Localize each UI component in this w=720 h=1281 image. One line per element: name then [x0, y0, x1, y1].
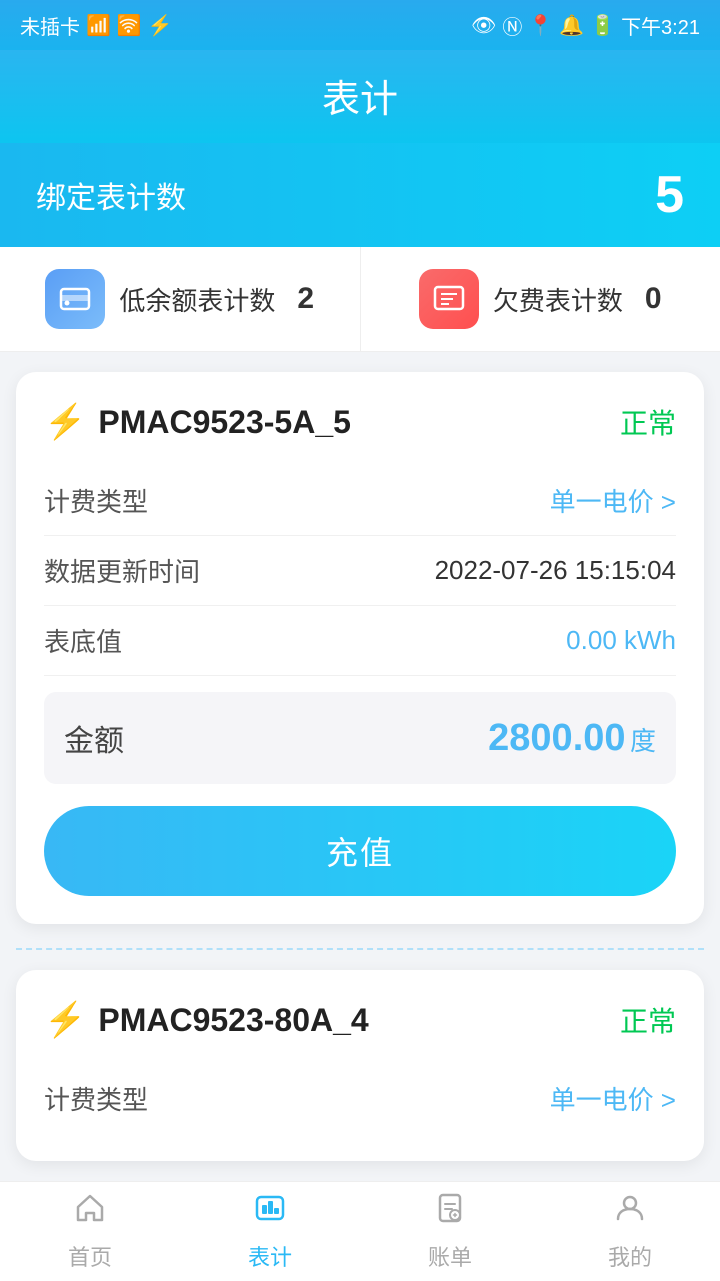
bound-bar-label: 绑定表计数 — [36, 173, 186, 217]
charge-type-label-0: 计费类型 — [44, 482, 148, 519]
battery-icon: 🔋 — [590, 13, 615, 38]
status-badge-0: 正常 — [620, 402, 676, 442]
status-right: 👁 Ⓝ 📍 🔔 🔋 下午3:21 — [471, 11, 700, 40]
nav-item-home[interactable]: 首页 — [0, 1182, 180, 1281]
update-time-label-0: 数据更新时间 — [44, 552, 200, 589]
bill-icon — [433, 1191, 467, 1234]
nav-label-meter: 表计 — [248, 1240, 292, 1272]
low-balance-count: 2 — [297, 282, 314, 316]
stats-row: 低余额表计数 2 欠费表计数 0 — [0, 247, 720, 352]
nav-item-mine[interactable]: 我的 — [540, 1182, 720, 1281]
cards-area: ⚡ PMAC9523-5A_5 正常 计费类型 单一电价 > 数据更新时间 20… — [0, 352, 720, 1181]
usb-icon: ⚡ — [148, 13, 173, 38]
status-bar: 未插卡 📶 🛜 ⚡ 👁 Ⓝ 📍 🔔 🔋 下午3:21 — [0, 0, 720, 50]
page-header: 表计 — [0, 50, 720, 143]
meter-base-label-0: 表底值 — [44, 622, 122, 659]
arrears-count: 0 — [645, 282, 662, 316]
bound-bar: 绑定表计数 5 — [0, 143, 720, 247]
amount-label-0: 金额 — [64, 716, 124, 760]
meter-icon — [253, 1191, 287, 1234]
lightning-icon-0: ⚡ — [44, 402, 86, 442]
low-balance-stat[interactable]: 低余额表计数 2 — [0, 247, 361, 351]
time-text: 下午3:21 — [621, 11, 700, 40]
nfc-icon: Ⓝ — [502, 11, 522, 40]
alarm-icon: 🔔 — [559, 13, 584, 38]
status-left: 未插卡 📶 🛜 ⚡ — [20, 11, 173, 40]
arrears-stat[interactable]: 欠费表计数 0 — [361, 247, 720, 351]
meter-base-row-0: 表底值 0.00 kWh — [44, 606, 676, 676]
card-header-1: ⚡ PMAC9523-80A_4 正常 — [44, 1000, 676, 1040]
low-balance-label: 低余额表计数 — [119, 281, 275, 318]
meter-card-1: ⚡ PMAC9523-80A_4 正常 计费类型 单一电价 > — [16, 970, 704, 1161]
meter-id-1: PMAC9523-80A_4 — [98, 1002, 368, 1039]
arrears-label: 欠费表计数 — [493, 281, 623, 318]
amount-block-0: 金额 2800.00 度 — [44, 692, 676, 784]
update-time-row-0: 数据更新时间 2022-07-26 15:15:04 — [44, 536, 676, 606]
charge-type-label-1: 计费类型 — [44, 1080, 148, 1117]
signal-icon: 📶 — [86, 13, 111, 38]
page-title: 表计 — [322, 79, 398, 121]
home-icon — [73, 1191, 107, 1234]
location-icon: 📍 — [528, 13, 553, 38]
lightning-icon-1: ⚡ — [44, 1000, 86, 1040]
card-title-1: ⚡ PMAC9523-80A_4 — [44, 1000, 369, 1040]
wifi-icon: 🛜 — [117, 13, 142, 38]
nav-label-mine: 我的 — [608, 1240, 652, 1272]
charge-type-row-1: 计费类型 单一电价 > — [44, 1064, 676, 1133]
nav-item-bill[interactable]: 账单 — [360, 1182, 540, 1281]
status-badge-1: 正常 — [620, 1000, 676, 1040]
bound-bar-count: 5 — [655, 165, 684, 225]
nav-label-bill: 账单 — [428, 1240, 472, 1272]
recharge-button-0[interactable]: 充值 — [44, 806, 676, 896]
eye-icon: 👁 — [471, 13, 496, 38]
low-balance-icon — [45, 269, 105, 329]
charge-type-value-1[interactable]: 单一电价 > — [550, 1080, 676, 1117]
meter-id-0: PMAC9523-5A_5 — [98, 404, 351, 441]
charge-type-value-0[interactable]: 单一电价 > — [550, 482, 676, 519]
bottom-nav: 首页 表计 账单 — [0, 1181, 720, 1281]
mine-icon — [613, 1191, 647, 1234]
nav-item-meter[interactable]: 表计 — [180, 1182, 360, 1281]
card-header-0: ⚡ PMAC9523-5A_5 正常 — [44, 402, 676, 442]
amount-value-0: 2800.00 度 — [488, 717, 656, 760]
charge-type-row-0: 计费类型 单一电价 > — [44, 466, 676, 536]
no-sim-text: 未插卡 — [20, 11, 80, 40]
card-separator — [16, 948, 704, 950]
nav-label-home: 首页 — [68, 1240, 112, 1272]
meter-base-value-0: 0.00 kWh — [566, 625, 676, 656]
update-time-value-0: 2022-07-26 15:15:04 — [435, 555, 676, 586]
card-title-0: ⚡ PMAC9523-5A_5 — [44, 402, 351, 442]
arrears-icon — [419, 269, 479, 329]
meter-card-0: ⚡ PMAC9523-5A_5 正常 计费类型 单一电价 > 数据更新时间 20… — [16, 372, 704, 924]
